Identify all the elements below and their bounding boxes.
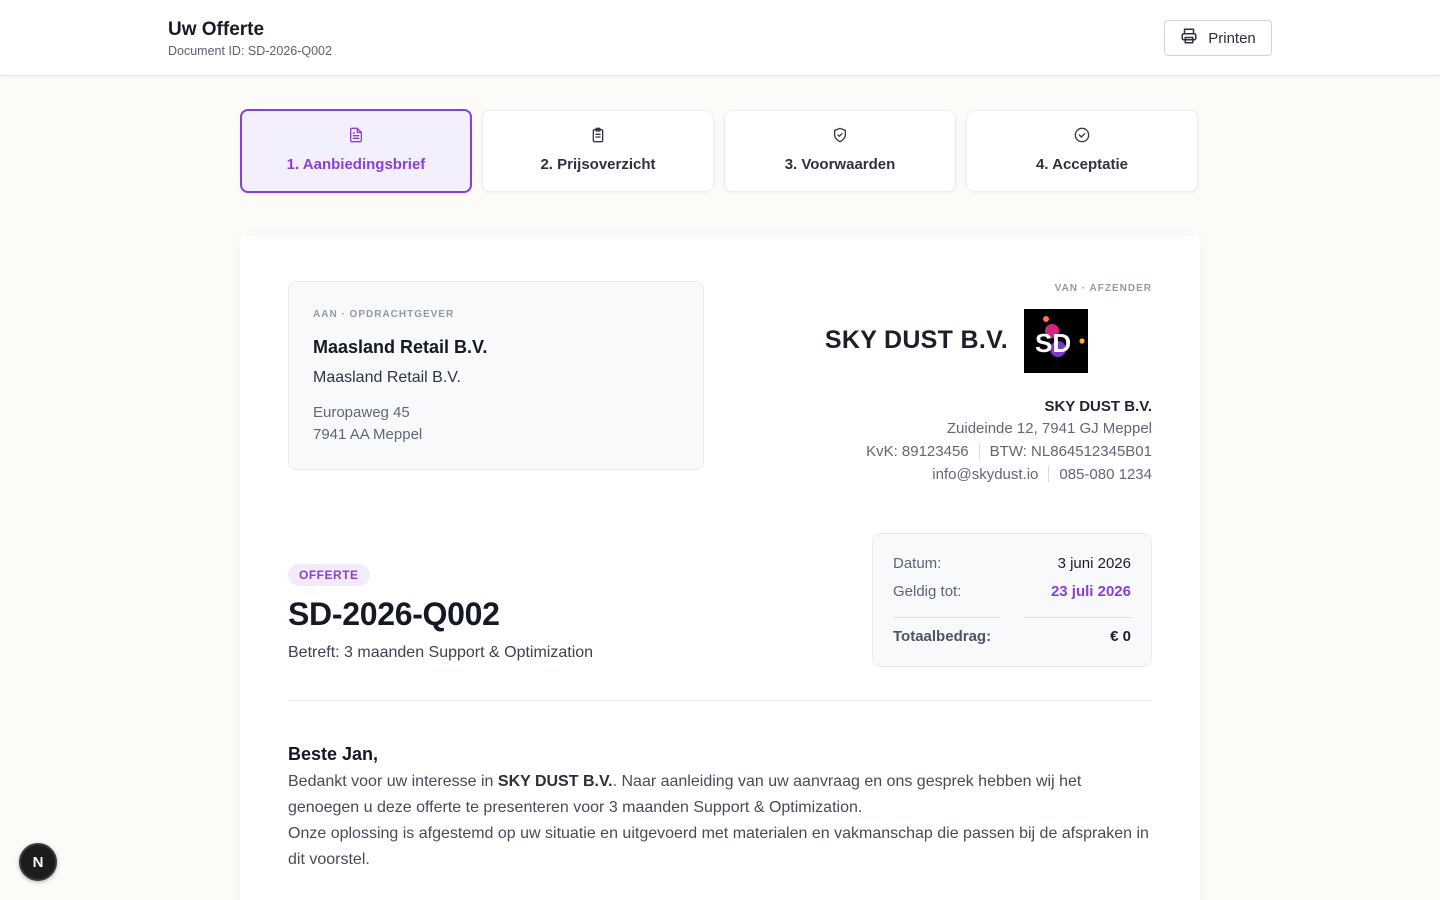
page-title: Uw Offerte: [168, 19, 265, 40]
letter-brand-mention: SKY DUST B.V.: [497, 773, 613, 790]
meta-total-label: Totaalbedrag:: [893, 628, 992, 645]
offer-letter-card: AAN · OPDRACHTGEVER Maasland Retail B.V.…: [240, 236, 1200, 900]
meta-total-value: € 0: [1110, 628, 1131, 645]
quote-number: SD-2026-Q002: [288, 596, 500, 632]
meta-date-value: 3 juni 2026: [1057, 555, 1131, 572]
divider: [1048, 466, 1050, 482]
letter-text: Bedankt voor uw interesse in: [288, 773, 498, 790]
client-company: Maasland Retail B.V.: [313, 369, 461, 386]
meta-total-row: Totaalbedrag: € 0: [893, 628, 1131, 645]
client-street: Europaweg 45: [313, 404, 410, 421]
client-address-box: AAN · OPDRACHTGEVER Maasland Retail B.V.…: [288, 281, 704, 470]
quote-subject: Betreft: 3 maanden Support & Optimizatio…: [288, 644, 594, 661]
sender-btw: BTW: NL864512345B01: [989, 443, 1152, 460]
sender-contact: info@skydust.io 085-080 1234: [866, 466, 1152, 483]
company-logo: SD: [1024, 309, 1088, 373]
document-id: Document ID: SD-2026-Q002: [168, 44, 332, 58]
tab-voorwaarden[interactable]: 3. Voorwaarden: [724, 110, 956, 192]
meta-valid-row: Geldig tot: 23 juli 2026: [893, 583, 1131, 600]
client-eyebrow: AAN · OPDRACHTGEVER: [313, 309, 455, 320]
quote-meta-box: Datum: 3 juni 2026 Geldig tot: 23 juli 2…: [872, 533, 1152, 667]
sender-address: Zuideinde 12, 7941 GJ Meppel: [946, 420, 1152, 437]
tab-aanbiedingsbrief[interactable]: 1. Aanbiedingsbrief: [240, 109, 472, 193]
section-divider: [288, 700, 1152, 701]
tab-prijsoverzicht[interactable]: 2. Prijsoverzicht: [482, 110, 714, 192]
tab-acceptatie[interactable]: 4. Acceptatie: [966, 110, 1198, 192]
printer-icon: [1180, 27, 1198, 49]
letter-paragraph-2: Onze oplossing is afgestemd op uw situat…: [288, 825, 1149, 868]
letter-body: Bedankt voor uw interesse in SKY DUST B.…: [288, 769, 1152, 873]
file-text-icon: [348, 127, 364, 143]
sender-registration: KvK: 89123456 BTW: NL864512345B01: [866, 443, 1152, 460]
letter-greeting: Beste Jan,: [288, 744, 379, 764]
top-bar: Uw Offerte Document ID: SD-2026-Q002 Pri…: [0, 0, 1440, 76]
sender-phone: 085-080 1234: [1059, 466, 1152, 483]
client-name: Maasland Retail B.V.: [313, 337, 488, 357]
meta-valid-label: Geldig tot:: [893, 583, 962, 600]
tab-label: 1. Aanbiedingsbrief: [286, 156, 426, 173]
tab-label: 3. Voorwaarden: [784, 156, 896, 173]
print-button[interactable]: Printen: [1164, 20, 1272, 56]
sender-details: SKY DUST B.V. Zuideinde 12, 7941 GJ Mepp…: [866, 398, 1152, 483]
tab-label: 4. Acceptatie: [1036, 156, 1128, 173]
letter-paragraph-1: Bedankt voor uw interesse in SKY DUST B.…: [288, 769, 1152, 821]
sender-eyebrow: VAN · AFZENDER: [1054, 283, 1152, 294]
sender-email: info@skydust.io: [932, 466, 1039, 483]
shield-check-icon: [832, 127, 848, 143]
clipboard-list-icon: [590, 127, 606, 143]
tab-label: 2. Prijsoverzicht: [540, 156, 656, 173]
dev-tools-badge[interactable]: N: [19, 843, 57, 881]
svg-text:SD: SD: [1035, 328, 1071, 358]
sender-name: SKY DUST B.V.: [1044, 398, 1152, 415]
meta-date-label: Datum:: [893, 555, 942, 572]
meta-divider: [893, 617, 1000, 618]
sender-kvk: KvK: 89123456: [866, 443, 969, 460]
sender-brand-name: SKY DUST B.V.: [824, 326, 1008, 354]
circle-check-icon: [1074, 127, 1090, 143]
divider: [978, 443, 980, 459]
meta-valid-value: 23 juli 2026: [1050, 583, 1131, 600]
client-city: 7941 AA Meppel: [313, 426, 423, 443]
print-button-label: Printen: [1208, 29, 1256, 47]
meta-date-row: Datum: 3 juni 2026: [893, 555, 1131, 572]
status-badge: OFFERTE: [288, 564, 370, 586]
meta-divider: [1024, 617, 1132, 618]
